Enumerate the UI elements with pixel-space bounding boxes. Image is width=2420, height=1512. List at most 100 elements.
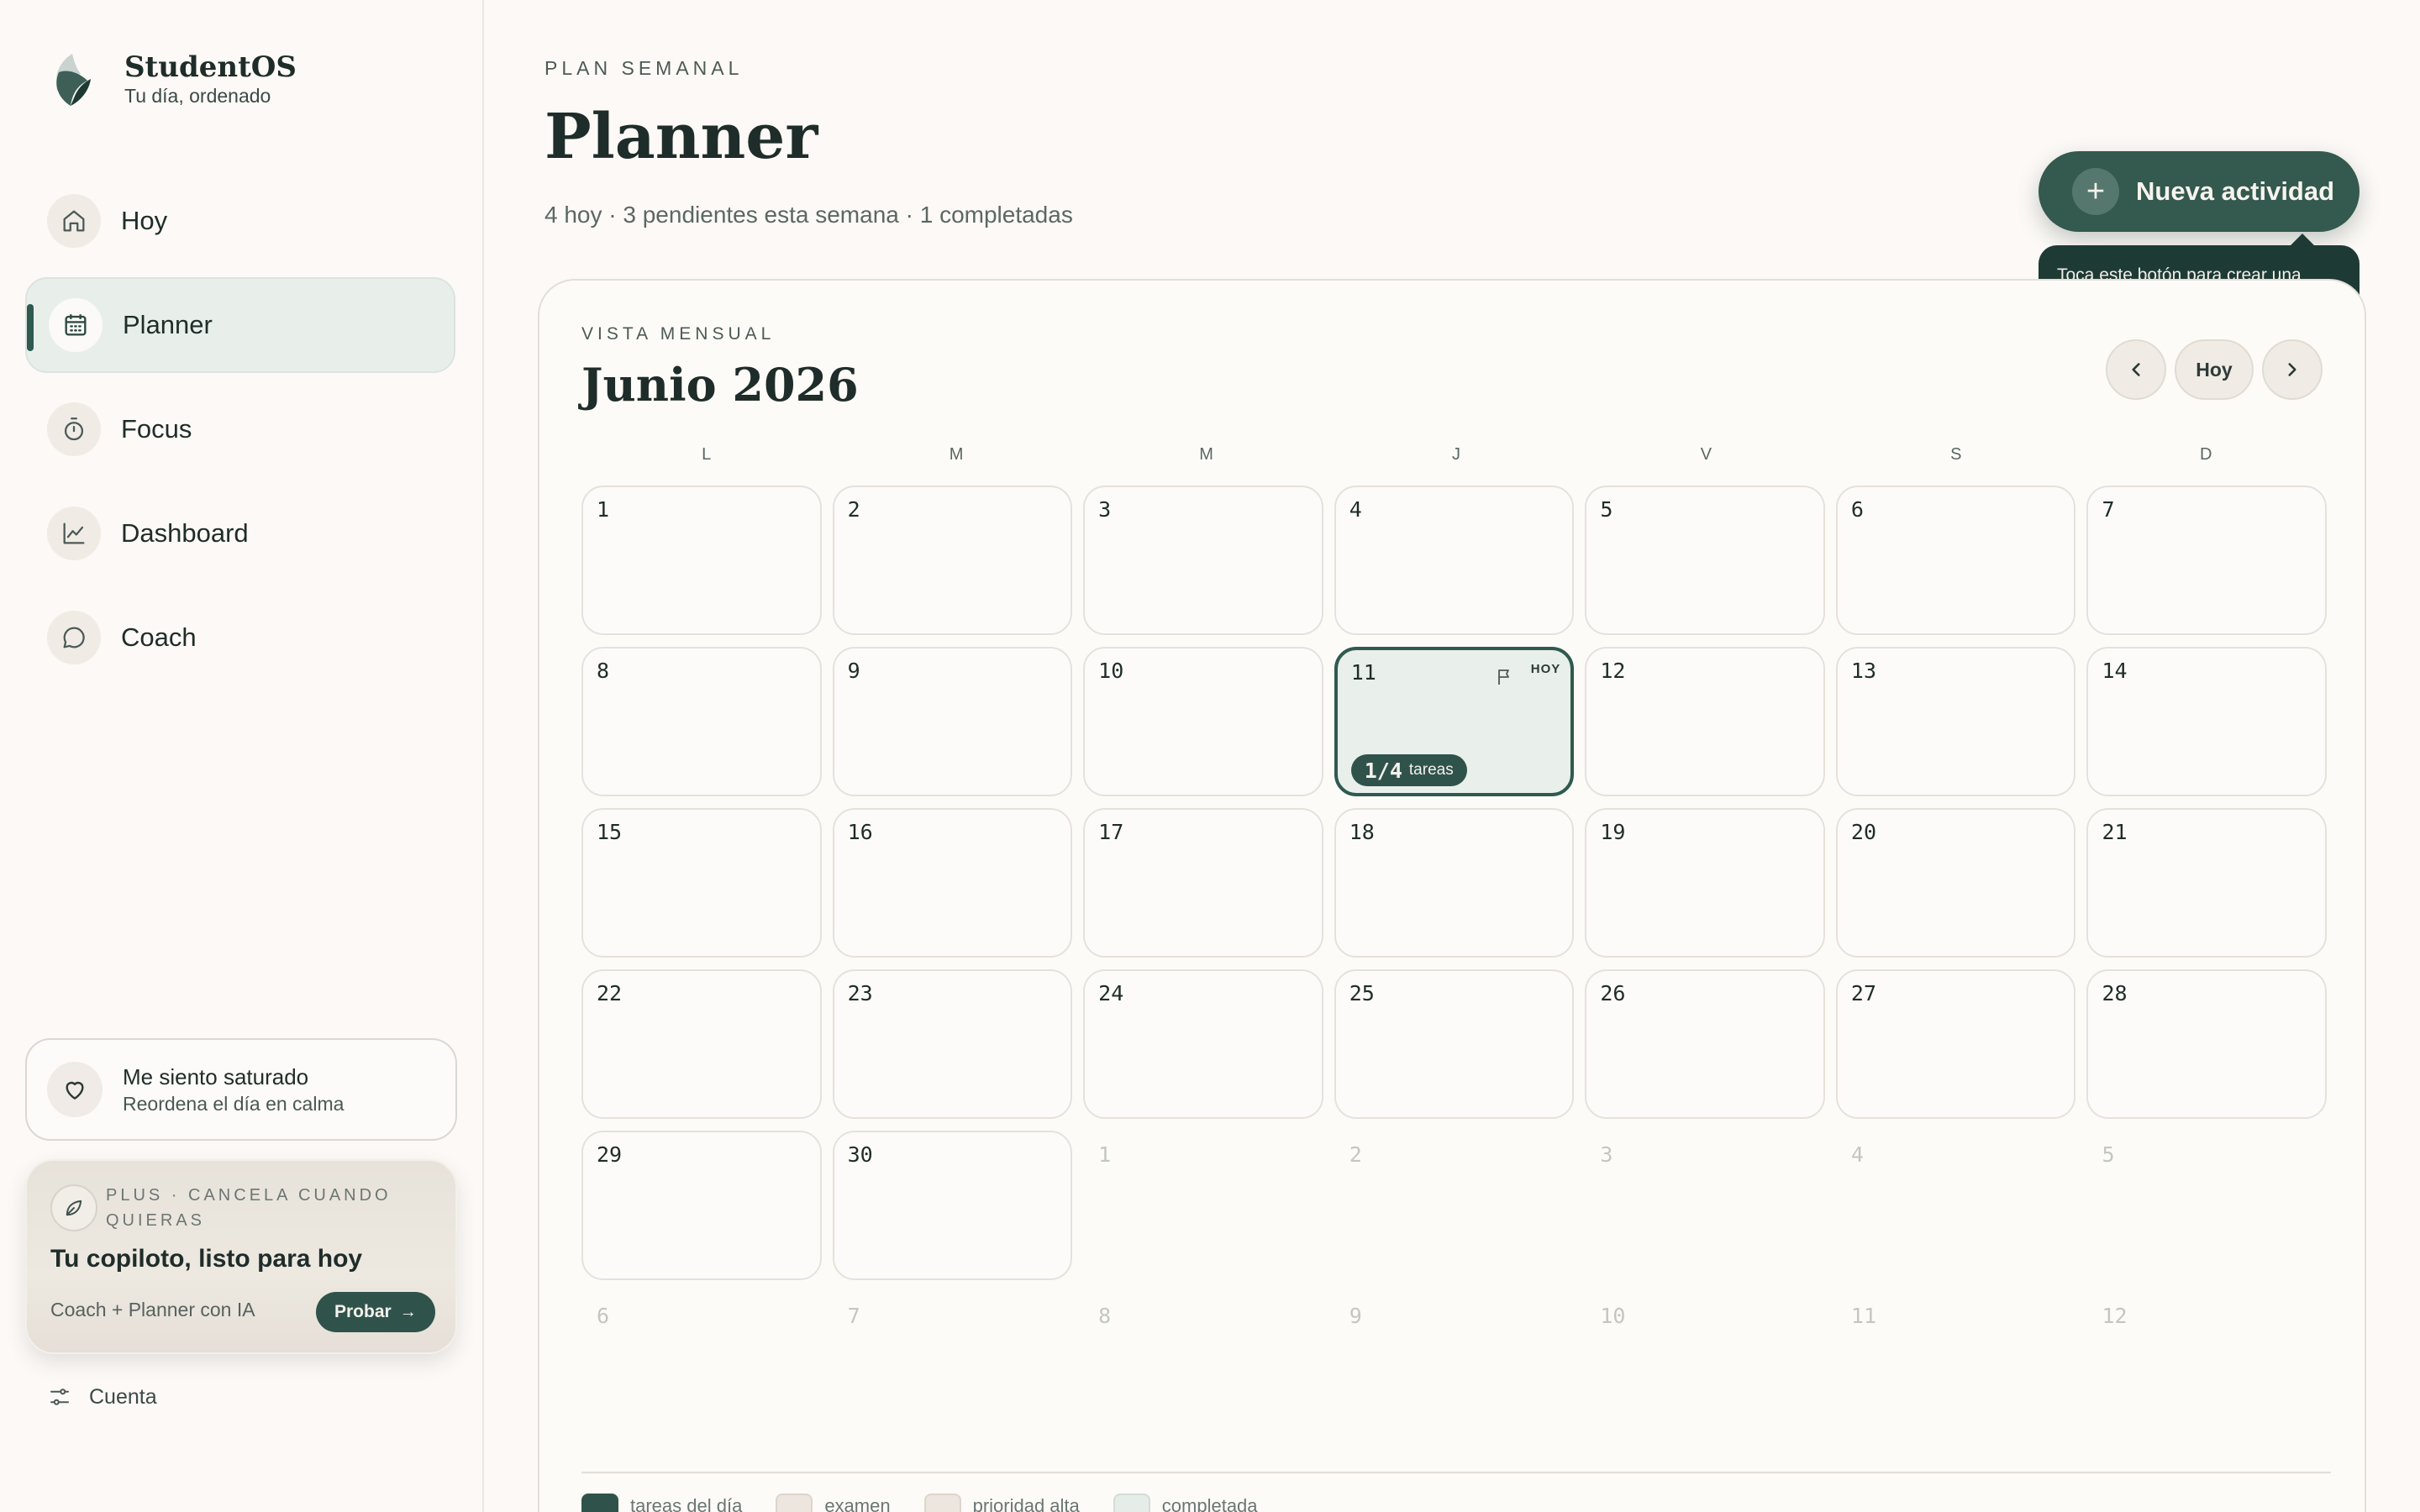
calendar-day[interactable]: 2: [832, 486, 1073, 635]
calendar-day[interactable]: 22: [581, 969, 822, 1119]
calendar-day[interactable]: 8: [581, 647, 822, 796]
weekday-label: D: [2200, 445, 2212, 464]
day-number: 17: [1098, 820, 1124, 844]
calendar-day[interactable]: 18: [1334, 808, 1575, 958]
calendar-day[interactable]: 15: [581, 808, 822, 958]
calendar-legend: tareas del día examen prioridad alta com…: [581, 1494, 1292, 1512]
account-link[interactable]: Cuenta: [47, 1384, 157, 1410]
chart-icon: [47, 507, 101, 560]
calendar-day[interactable]: 29: [581, 1131, 822, 1280]
calendar-week: 22 23 24 25 26 27 28: [581, 969, 2338, 1131]
legend-label: completada: [1161, 1495, 1258, 1512]
calendar-nav: Hoy: [2106, 339, 2331, 400]
prev-month-button[interactable]: [2106, 339, 2166, 400]
day-number: 7: [2102, 497, 2115, 522]
calendar-day[interactable]: 25: [1334, 969, 1575, 1119]
nav-item-focus[interactable]: Focus: [25, 381, 455, 477]
sliders-icon: [50, 1389, 69, 1405]
day-number: 28: [2102, 981, 2128, 1005]
calendar-week: 8 9 10 11 HOY 1/4 tareas 12 13 14: [581, 647, 2338, 808]
day-number: 16: [847, 820, 873, 844]
task-count: 1/4: [1364, 758, 1402, 783]
calendar-day[interactable]: 1: [581, 486, 822, 635]
page-kicker: PLAN SEMANAL: [544, 57, 744, 79]
flag-icon: [1494, 667, 1514, 691]
mood-card[interactable]: Me siento saturado Reordena el día en ca…: [25, 1038, 457, 1141]
legend-item: examen: [776, 1494, 891, 1512]
legend-swatch: [776, 1494, 813, 1512]
nav-label: Dashboard: [121, 518, 249, 548]
calendar-day[interactable]: 14: [2086, 647, 2328, 796]
calendar-day[interactable]: 19: [1585, 808, 1825, 958]
calendar-day-today[interactable]: 11 HOY 1/4 tareas: [1334, 647, 1575, 796]
day-number: 10: [1098, 659, 1124, 683]
nav-item-dashboard[interactable]: Dashboard: [25, 486, 455, 581]
day-number: 24: [1098, 981, 1124, 1005]
calendar-day[interactable]: 21: [2086, 808, 2328, 958]
legend-item: tareas del día: [581, 1494, 742, 1512]
calendar-title: Junio 2026: [581, 358, 859, 412]
next-month-button[interactable]: [2262, 339, 2323, 400]
calendar-day-outside: 10: [1585, 1292, 1825, 1441]
day-number: 4: [1349, 497, 1362, 522]
day-number: 6: [597, 1304, 610, 1328]
day-number: 22: [597, 981, 623, 1005]
calendar-day[interactable]: 13: [1835, 647, 2076, 796]
nav-item-hoy[interactable]: Hoy: [25, 173, 455, 269]
brand-tagline: Tu día, ordenado: [124, 85, 271, 107]
calendar-day[interactable]: 30: [832, 1131, 1073, 1280]
day-number: 18: [1349, 820, 1375, 844]
calendar-day[interactable]: 28: [2086, 969, 2328, 1119]
calendar-day[interactable]: 9: [832, 647, 1073, 796]
day-number: 6: [1850, 497, 1864, 522]
calendar-day-outside: 4: [1836, 1131, 2076, 1280]
plus-kicker: PLUS · CANCELA CUANDO QUIERAS: [106, 1186, 392, 1230]
legend-swatch: [581, 1494, 618, 1512]
calendar-day[interactable]: 27: [1835, 969, 2076, 1119]
legend-label: prioridad alta: [972, 1495, 1080, 1512]
calendar-day[interactable]: 5: [1585, 486, 1825, 635]
calendar-day[interactable]: 26: [1585, 969, 1825, 1119]
chevron-right-icon: [2288, 363, 2296, 376]
calendar-day[interactable]: 10: [1083, 647, 1323, 796]
calendar-day[interactable]: 23: [832, 969, 1073, 1119]
account-label: Cuenta: [89, 1384, 157, 1409]
calendar-card: VISTA MENSUAL Junio 2026 Hoy L M M J V S…: [538, 279, 2366, 1512]
calendar-day[interactable]: 3: [1083, 486, 1323, 635]
calendar-day[interactable]: 4: [1334, 486, 1575, 635]
day-number: 8: [1098, 1304, 1112, 1328]
mood-subtitle: Reordena el día en calma: [123, 1093, 345, 1115]
weekday-label: M: [949, 445, 964, 464]
calendar-day-outside: 12: [2086, 1292, 2327, 1441]
nav-item-coach[interactable]: Coach: [25, 590, 455, 685]
calendar-day-outside: 2: [1334, 1131, 1575, 1280]
day-number: 10: [1600, 1304, 1626, 1328]
plus-description: Coach + Planner con IA: [50, 1299, 255, 1320]
nav-item-planner[interactable]: Planner: [25, 277, 455, 373]
sidebar: StudentOS Tu día, ordenado Hoy Planner F…: [0, 0, 484, 1512]
try-plus-button[interactable]: Probar →: [316, 1292, 435, 1332]
weekday-label: M: [1199, 445, 1213, 464]
heart-icon: [47, 1062, 103, 1117]
calendar-week: 6 7 8 9 10 11 12: [581, 1292, 2338, 1453]
day-number: 2: [1349, 1142, 1362, 1167]
calendar-day[interactable]: 7: [2086, 486, 2328, 635]
day-number: 20: [1850, 820, 1876, 844]
calendar-week: 29 30 1 2 3 4 5: [581, 1131, 2338, 1292]
new-activity-button[interactable]: + Nueva actividad: [2039, 151, 2360, 232]
calendar-day[interactable]: 20: [1835, 808, 2076, 958]
calendar-day[interactable]: 6: [1835, 486, 2076, 635]
day-number: 30: [847, 1142, 873, 1167]
page-subtitle: 4 hoy · 3 pendientes esta semana · 1 com…: [544, 202, 1073, 228]
calendar-day[interactable]: 16: [832, 808, 1073, 958]
calendar-day[interactable]: 12: [1585, 647, 1825, 796]
day-number: 5: [2102, 1142, 2115, 1167]
calendar-day-outside: 6: [581, 1292, 822, 1441]
calendar-day[interactable]: 17: [1083, 808, 1323, 958]
today-button[interactable]: Hoy: [2175, 339, 2254, 400]
weekday-header: L M M J V S D: [581, 445, 2331, 465]
task-unit: tareas: [1408, 761, 1454, 779]
calendar-day[interactable]: 24: [1083, 969, 1323, 1119]
brand[interactable]: StudentOS Tu día, ordenado: [47, 47, 297, 111]
new-activity-label: Nueva actividad: [2136, 176, 2335, 206]
